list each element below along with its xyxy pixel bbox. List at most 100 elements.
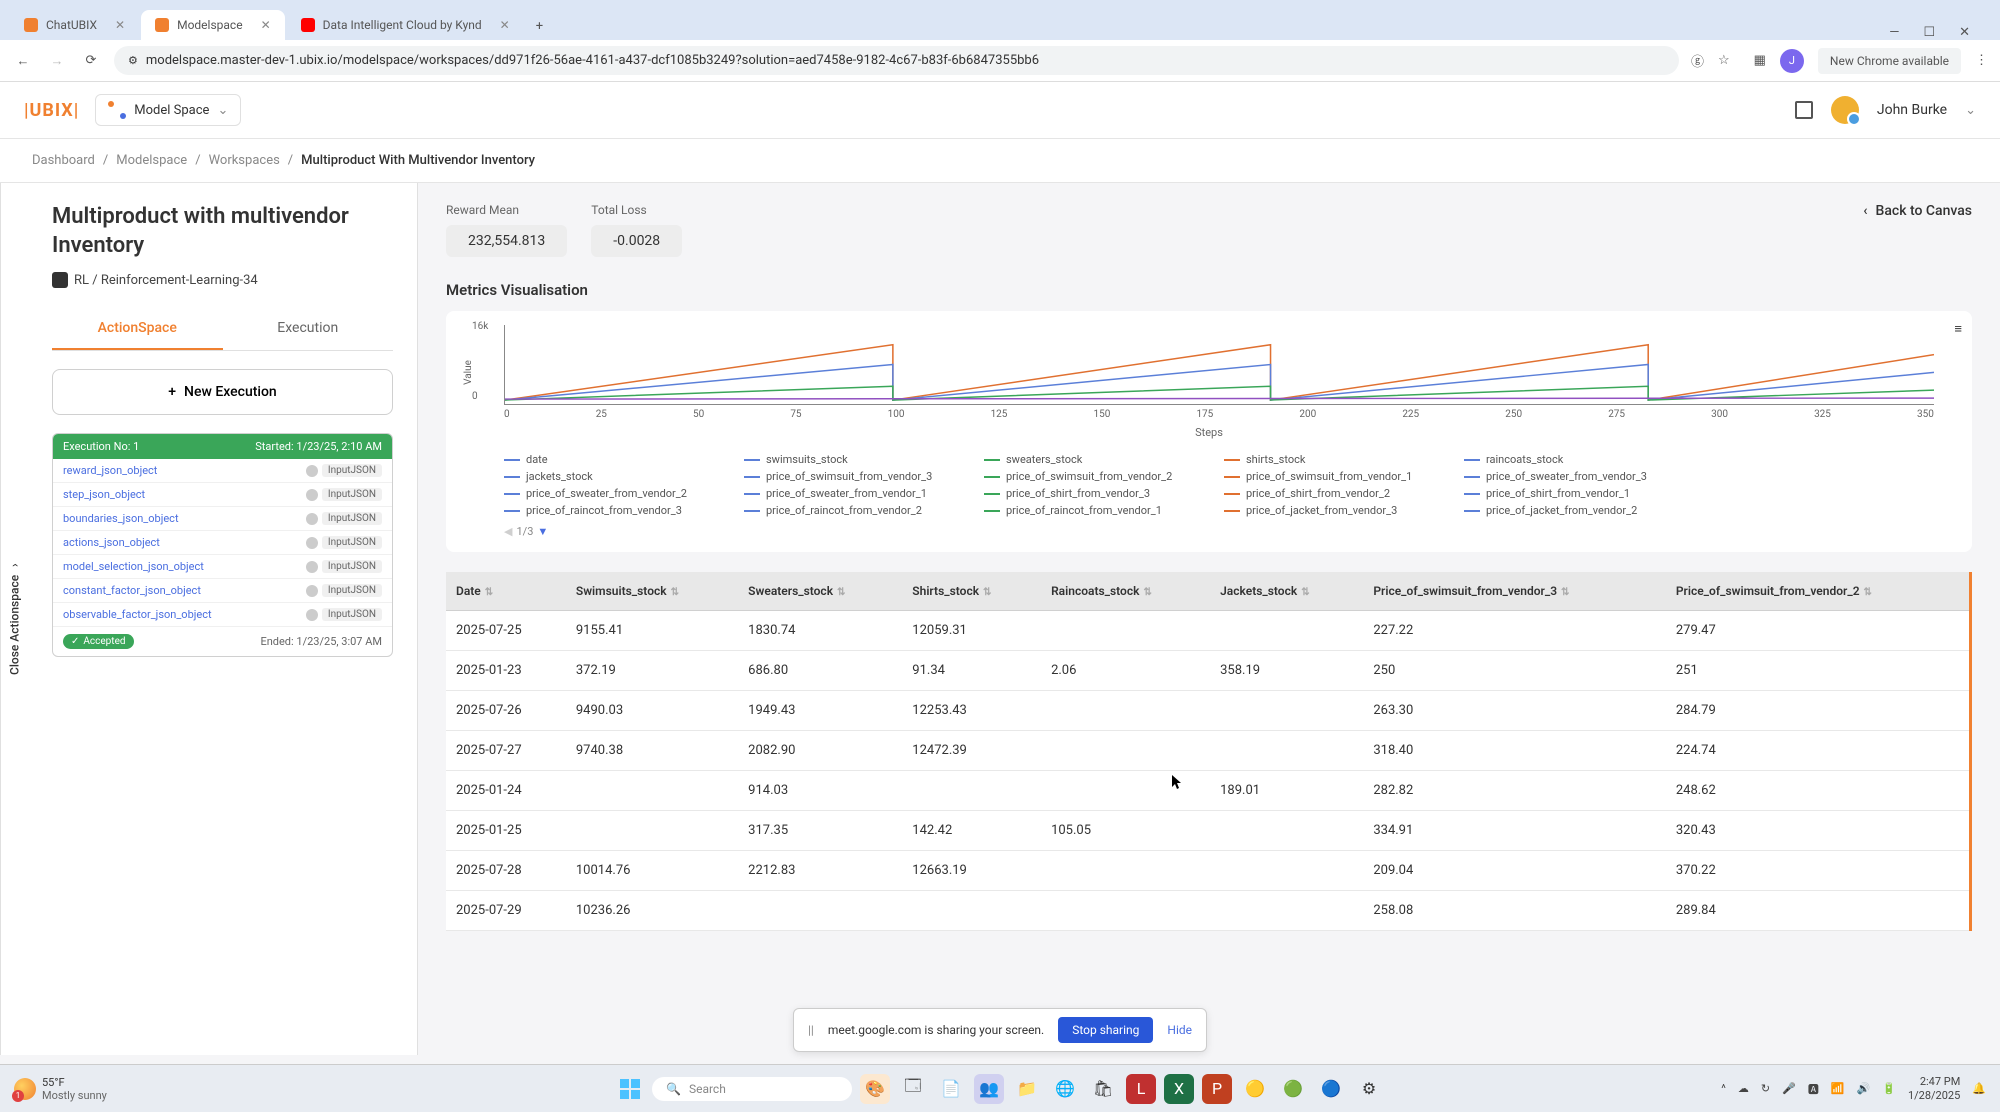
nav-forward-icon[interactable]: → [46, 50, 68, 72]
table-header[interactable]: Price_of_swimsuit_from_vendor_3⇅ [1363, 572, 1666, 611]
chart-area[interactable] [504, 325, 1934, 405]
browser-tab[interactable]: Modelspace✕ [141, 10, 285, 40]
legend-item[interactable]: price_of_shirt_from_vendor_2 [1224, 487, 1424, 500]
tab-close-icon[interactable]: ✕ [500, 18, 510, 32]
tab-execution[interactable]: Execution [223, 308, 394, 350]
table-row[interactable]: 2025-01-25317.35142.42105.05334.91320.43 [446, 811, 1971, 851]
info-icon[interactable] [306, 585, 318, 597]
url-input[interactable]: ⚙ modelspace.master-dev-1.ubix.io/models… [114, 46, 1679, 75]
sort-icon[interactable]: ⇅ [1864, 587, 1872, 598]
table-row[interactable]: 2025-07-269490.031949.4312253.43263.3028… [446, 691, 1971, 731]
site-settings-icon[interactable]: ⚙ [128, 54, 138, 67]
legend-item[interactable]: raincoats_stock [1464, 453, 1664, 466]
sort-icon[interactable]: ⇅ [1561, 587, 1569, 598]
legend-item[interactable]: price_of_swimsuit_from_vendor_3 [744, 470, 944, 483]
tab-actionspace[interactable]: ActionSpace [52, 308, 223, 350]
tray-lang-icon[interactable]: 🅰 [1808, 1081, 1819, 1097]
legend-item[interactable]: price_of_shirt_from_vendor_3 [984, 487, 1184, 500]
table-header[interactable]: Swimsuits_stock⇅ [566, 572, 738, 611]
back-to-canvas-link[interactable]: ‹ Back to Canvas [1863, 203, 1972, 219]
table-row[interactable]: 2025-07-2810014.762212.8312663.19209.043… [446, 851, 1971, 891]
breadcrumb-item[interactable]: Workspaces [209, 153, 280, 168]
table-header[interactable]: Jackets_stock⇅ [1210, 572, 1363, 611]
legend-item[interactable]: price_of_jacket_from_vendor_3 [1224, 504, 1424, 517]
table-header[interactable]: Date⇅ [446, 572, 566, 611]
task-powerpoint[interactable]: P [1202, 1074, 1232, 1104]
table-header[interactable]: Shirts_stock⇅ [902, 572, 1041, 611]
tray-clock[interactable]: 2:47 PM 1/28/2025 [1908, 1075, 1960, 1101]
sort-icon[interactable]: ⇅ [1301, 587, 1309, 598]
model-space-dropdown[interactable]: Model Space ⌄ [95, 94, 241, 126]
taskbar-search[interactable]: 🔍 Search [652, 1077, 852, 1101]
task-explorer[interactable]: 📁 [1012, 1074, 1042, 1104]
table-row[interactable]: 2025-07-2910236.26258.08289.84 [446, 891, 1971, 931]
execution-item[interactable]: constant_factor_json_objectInputJSON [53, 579, 392, 603]
browser-tab[interactable]: ChatUBIX✕ [10, 10, 139, 40]
task-excel[interactable]: X [1164, 1074, 1194, 1104]
legend-item[interactable]: sweaters_stock [984, 453, 1184, 466]
sort-icon[interactable]: ⇅ [983, 587, 991, 598]
execution-item[interactable]: observable_factor_json_objectInputJSON [53, 603, 392, 627]
window-close-icon[interactable]: ✕ [1959, 25, 1970, 40]
legend-item[interactable]: shirts_stock [1224, 453, 1424, 466]
tab-close-icon[interactable]: ✕ [115, 18, 125, 32]
info-icon[interactable] [306, 489, 318, 501]
window-maximize-icon[interactable]: ☐ [1923, 25, 1935, 40]
table-row[interactable]: 2025-07-279740.382082.9012472.39318.4022… [446, 731, 1971, 771]
table-header[interactable]: Price_of_swimsuit_from_vendor_2⇅ [1666, 572, 1971, 611]
legend-item[interactable]: price_of_sweater_from_vendor_2 [504, 487, 704, 500]
task-app-3[interactable]: 📄 [936, 1074, 966, 1104]
sort-icon[interactable]: ⇅ [485, 587, 493, 598]
weather-widget[interactable]: 1 55°F Mostly sunny [14, 1076, 107, 1102]
pause-icon[interactable]: || [808, 1023, 814, 1037]
task-chrome-1[interactable]: 🟡 [1240, 1074, 1270, 1104]
hide-share-link[interactable]: Hide [1167, 1023, 1192, 1037]
legend-item[interactable]: price_of_swimsuit_from_vendor_1 [1224, 470, 1424, 483]
new-execution-button[interactable]: + New Execution [52, 369, 393, 415]
legend-item[interactable]: price_of_sweater_from_vendor_1 [744, 487, 944, 500]
legend-pager[interactable]: ◀ 1/3 ▼ [504, 525, 1954, 538]
execution-card[interactable]: Execution No: 1 Started: 1/23/25, 2:10 A… [52, 433, 393, 657]
tray-wifi-icon[interactable]: 📶 [1831, 1082, 1845, 1095]
new-tab-button[interactable]: + [526, 13, 553, 40]
execution-item[interactable]: boundaries_json_objectInputJSON [53, 507, 392, 531]
legend-item[interactable]: price_of_sweater_from_vendor_3 [1464, 470, 1664, 483]
legend-item[interactable]: price_of_shirt_from_vendor_1 [1464, 487, 1664, 500]
execution-item[interactable]: reward_json_objectInputJSON [53, 459, 392, 483]
info-icon[interactable] [306, 513, 318, 525]
task-edge[interactable]: 🌐 [1050, 1074, 1080, 1104]
user-avatar[interactable] [1831, 96, 1859, 124]
nav-back-icon[interactable]: ← [12, 50, 34, 72]
execution-item[interactable]: model_selection_json_objectInputJSON [53, 555, 392, 579]
ubix-logo[interactable]: |UBIX| [24, 100, 79, 121]
legend-item[interactable]: jackets_stock [504, 470, 704, 483]
legend-item[interactable]: price_of_raincot_from_vendor_3 [504, 504, 704, 517]
table-row[interactable]: 2025-01-23372.19686.8091.342.06358.19250… [446, 651, 1971, 691]
tray-notifications-icon[interactable]: 🔔 [1972, 1082, 1986, 1095]
tray-battery-icon[interactable]: 🔋 [1882, 1082, 1896, 1095]
tray-chevron-icon[interactable]: ^ [1721, 1082, 1726, 1095]
window-minimize-icon[interactable]: — [1889, 25, 1899, 40]
task-app-2[interactable]: 🗔 [898, 1074, 928, 1104]
sort-icon[interactable]: ⇅ [671, 587, 679, 598]
legend-item[interactable]: date [504, 453, 704, 466]
info-icon[interactable] [306, 465, 318, 477]
table-header[interactable]: Raincoats_stock⇅ [1041, 572, 1210, 611]
browser-tab[interactable]: Data Intelligent Cloud by Kynd✕ [287, 10, 524, 40]
info-icon[interactable] [306, 609, 318, 621]
legend-item[interactable]: price_of_jacket_from_vendor_2 [1464, 504, 1664, 517]
new-chrome-button[interactable]: New Chrome available [1818, 48, 1961, 74]
tray-volume-icon[interactable]: 🔊 [1857, 1082, 1871, 1095]
table-row[interactable]: 2025-01-24914.03189.01282.82248.62 [446, 771, 1971, 811]
tray-cloud-icon[interactable]: ☁ [1738, 1082, 1749, 1095]
chart-menu-icon[interactable]: ≡ [1954, 321, 1962, 337]
tray-sync-icon[interactable]: ↻ [1761, 1082, 1770, 1095]
execution-item[interactable]: step_json_objectInputJSON [53, 483, 392, 507]
stop-sharing-button[interactable]: Stop sharing [1058, 1017, 1153, 1043]
close-actionspace-handle[interactable]: Close Actionspace › [0, 183, 28, 1055]
profile-avatar[interactable]: J [1780, 49, 1804, 73]
task-app-red[interactable]: L [1126, 1074, 1156, 1104]
nav-reload-icon[interactable]: ⟳ [80, 50, 102, 72]
task-chrome-3[interactable]: 🔵 [1316, 1074, 1346, 1104]
legend-item[interactable]: price_of_raincot_from_vendor_2 [744, 504, 944, 517]
